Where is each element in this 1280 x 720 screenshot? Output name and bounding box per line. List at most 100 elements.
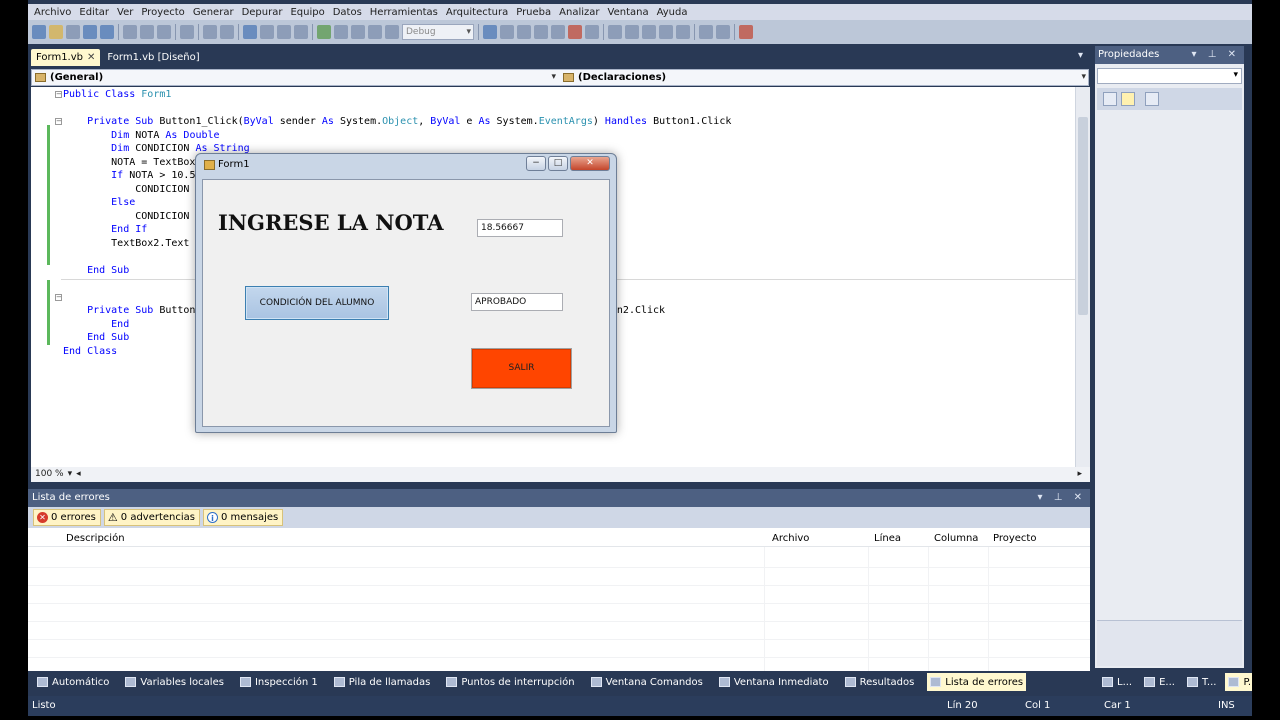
collapse-icon[interactable]: −: [55, 91, 62, 98]
property-pages-icon[interactable]: [1145, 92, 1159, 106]
properties-window-icon[interactable]: [517, 25, 531, 39]
tool-tab[interactable]: Lista de errores: [927, 673, 1027, 691]
cut-icon[interactable]: [123, 25, 137, 39]
tool-tab[interactable]: Pila de llamadas: [331, 673, 434, 691]
column-description[interactable]: Descripción: [66, 530, 125, 547]
nota-textbox[interactable]: 18.56667: [477, 219, 563, 237]
warnings-filter-button[interactable]: ⚠ 0 advertencias: [103, 509, 201, 526]
solution-configuration-dropdown[interactable]: Debug: [402, 24, 474, 40]
bring-to-front-icon[interactable]: [699, 25, 713, 39]
tab-order-icon[interactable]: [676, 25, 690, 39]
align-lefts-icon[interactable]: [625, 25, 639, 39]
tab-form1-design[interactable]: Form1.vb [Diseño]: [102, 49, 204, 66]
menu-item[interactable]: Prueba: [512, 7, 555, 18]
condicion-button[interactable]: CONDICIÓN DEL ALUMNO: [245, 286, 389, 320]
object-browser-icon[interactable]: [534, 25, 548, 39]
column-column[interactable]: Columna: [934, 530, 978, 547]
side-tool-tab[interactable]: E...: [1141, 673, 1178, 691]
code-token: System.: [490, 116, 539, 127]
alphabetical-icon[interactable]: [1121, 92, 1135, 106]
tool-tab[interactable]: Puntos de interrupción: [443, 673, 577, 691]
column-project[interactable]: Proyecto: [993, 530, 1036, 547]
solution-explorer-icon[interactable]: [500, 25, 514, 39]
errors-filter-button[interactable]: ✕ 0 errores: [33, 509, 101, 526]
tool-tab[interactable]: Ventana Comandos: [588, 673, 706, 691]
menu-item[interactable]: Ventana: [604, 7, 653, 18]
maximize-button[interactable]: □: [548, 156, 568, 171]
menu-item[interactable]: Editar: [75, 7, 113, 18]
salir-button[interactable]: SALIR: [471, 348, 572, 389]
step-into-icon[interactable]: [368, 25, 382, 39]
navigate-forward-icon[interactable]: [294, 25, 308, 39]
chevron-down-icon[interactable]: ▾: [1078, 50, 1083, 61]
column-line[interactable]: Línea: [874, 530, 901, 547]
paste-icon[interactable]: [157, 25, 171, 39]
side-tool-tab[interactable]: P...: [1225, 673, 1252, 691]
comment-icon[interactable]: [203, 25, 217, 39]
chevron-down-icon[interactable]: ▾: [68, 469, 73, 479]
menu-item[interactable]: Depurar: [238, 7, 287, 18]
redo-icon[interactable]: [260, 25, 274, 39]
tool-tab[interactable]: Automático: [34, 673, 112, 691]
tool-tab[interactable]: Variables locales: [122, 673, 227, 691]
menu-item[interactable]: Datos: [329, 7, 366, 18]
column-file[interactable]: Archivo: [772, 530, 809, 547]
format-icon[interactable]: [608, 25, 622, 39]
undo-icon[interactable]: [243, 25, 257, 39]
navigate-backward-icon[interactable]: [277, 25, 291, 39]
menu-item[interactable]: Ver: [113, 7, 137, 18]
menu-item[interactable]: Analizar: [555, 7, 603, 18]
object-selector[interactable]: [1097, 68, 1242, 84]
menu-item[interactable]: Arquitectura: [442, 7, 512, 18]
align-centers-icon[interactable]: [642, 25, 656, 39]
find-icon[interactable]: [180, 25, 194, 39]
collapse-icon[interactable]: −: [55, 118, 62, 125]
menu-item[interactable]: Archivo: [30, 7, 75, 18]
zoom-level[interactable]: 100 %: [35, 469, 64, 479]
close-button[interactable]: ✕: [570, 156, 610, 171]
menu-item[interactable]: Ayuda: [653, 7, 692, 18]
send-to-back-icon[interactable]: [716, 25, 730, 39]
menu-item[interactable]: Proyecto: [137, 7, 188, 18]
close-tab-icon[interactable]: ✕: [87, 52, 95, 63]
menu-item[interactable]: Equipo: [286, 7, 328, 18]
uncomment-icon[interactable]: [220, 25, 234, 39]
pause-icon[interactable]: [334, 25, 348, 39]
tool-tab[interactable]: Inspección 1: [237, 673, 321, 691]
tool-tab[interactable]: Resultados: [842, 673, 918, 691]
pin-close-icons[interactable]: ▾ ⊥ ✕: [1192, 46, 1240, 64]
minimize-button[interactable]: −: [526, 156, 546, 171]
class-name-dropdown[interactable]: (General) ▾: [32, 70, 558, 85]
editor-vertical-scrollbar[interactable]: [1075, 87, 1090, 467]
menu-item[interactable]: Herramientas: [366, 7, 442, 18]
start-debugging-icon[interactable]: [317, 25, 331, 39]
tab-form1-vb[interactable]: Form1.vb ✕: [31, 49, 101, 66]
toolbar-options-icon[interactable]: [739, 25, 753, 39]
new-project-icon[interactable]: [32, 25, 46, 39]
side-tool-tab[interactable]: L...: [1099, 673, 1135, 691]
scroll-left-icon[interactable]: ◂: [76, 469, 81, 479]
method-name-dropdown[interactable]: (Declaraciones) ▾: [560, 70, 1088, 85]
start-page-icon[interactable]: [568, 25, 582, 39]
categorized-icon[interactable]: [1103, 92, 1117, 106]
make-same-size-icon[interactable]: [659, 25, 673, 39]
toolbox-icon[interactable]: [551, 25, 565, 39]
pin-close-icons[interactable]: ▾ ⊥ ✕: [1038, 489, 1086, 507]
collapse-icon[interactable]: −: [55, 294, 62, 301]
find-in-files-icon[interactable]: [483, 25, 497, 39]
save-icon[interactable]: [83, 25, 97, 39]
side-tool-tab[interactable]: T...: [1184, 673, 1219, 691]
scroll-right-icon[interactable]: ▸: [1077, 467, 1082, 482]
open-file-icon[interactable]: [49, 25, 63, 39]
extension-manager-icon[interactable]: [585, 25, 599, 39]
menu-item[interactable]: Generar: [189, 7, 238, 18]
copy-icon[interactable]: [140, 25, 154, 39]
stop-icon[interactable]: [351, 25, 365, 39]
messages-filter-button[interactable]: i0 mensajes: [203, 509, 284, 526]
scroll-thumb[interactable]: [1078, 117, 1088, 315]
step-over-icon[interactable]: [385, 25, 399, 39]
resultado-textbox[interactable]: APROBADO: [471, 293, 563, 311]
tool-tab[interactable]: Ventana Inmediato: [716, 673, 832, 691]
save-all-icon[interactable]: [100, 25, 114, 39]
add-item-icon[interactable]: [66, 25, 80, 39]
